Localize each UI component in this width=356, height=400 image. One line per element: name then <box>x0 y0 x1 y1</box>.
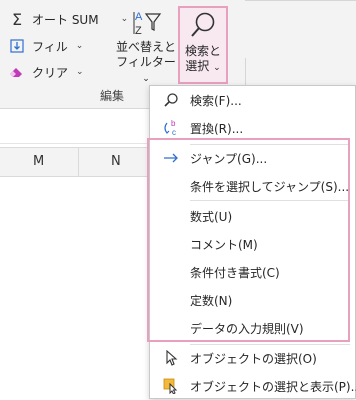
formula-bar-border <box>0 143 150 144</box>
menu-item-label: 条件付き書式(C) <box>190 265 280 280</box>
menu-item-find[interactable]: 検索(F)... <box>150 86 355 114</box>
sort-filter-button[interactable]: A Z 並べ替えと フィルター ⌄ <box>116 8 176 87</box>
svg-text:c: c <box>172 128 176 137</box>
find-select-label-1: 検索と <box>184 44 221 58</box>
replace-icon: bc <box>162 119 180 137</box>
menu-item-label: コメント(M) <box>190 237 258 252</box>
menu-item-goto[interactable]: ジャンプ(G)... <box>150 144 355 172</box>
find-select-button[interactable]: 検索と 選択 ⌄ <box>178 6 228 84</box>
chevron-down-icon: ⌄ <box>142 74 150 84</box>
fill-down-icon <box>8 37 26 55</box>
menu-item-select-objects[interactable]: オブジェクトの選択(O) <box>150 344 355 372</box>
fill-button[interactable]: フィル ⌄ <box>8 35 83 57</box>
menu-item-label: 条件を選択してジャンプ(S)... <box>190 179 350 194</box>
menu-item-goto-special[interactable]: 条件を選択してジャンプ(S)... <box>150 172 355 200</box>
eraser-icon <box>8 63 26 81</box>
svg-text:A: A <box>135 11 143 23</box>
menu-item-label: 置換(R)... <box>190 121 244 136</box>
find-select-label-2: 選択 <box>185 59 210 73</box>
column-divider <box>78 148 79 176</box>
autosum-button[interactable]: Σ オート SUM ⌄ <box>8 8 128 30</box>
menu-item-label: 検索(F)... <box>190 93 242 108</box>
clear-button[interactable]: クリア ⌄ <box>8 61 84 83</box>
menu-item-formulas[interactable]: 数式(U) <box>150 202 355 230</box>
magnifier-icon <box>188 10 218 42</box>
menu-item-data-validation[interactable]: データの入力規則(V) <box>150 314 355 342</box>
chevron-down-icon: ⌄ <box>76 67 84 77</box>
menu-item-replace[interactable]: bc 置換(R)... <box>150 114 355 142</box>
svg-text:b: b <box>171 119 176 128</box>
fill-label: フィル <box>32 39 68 54</box>
menu-item-constants[interactable]: 定数(N) <box>150 286 355 314</box>
menu-item-conditional-formatting[interactable]: 条件付き書式(C) <box>150 258 355 286</box>
autosum-label: オート SUM <box>32 12 99 27</box>
menu-item-comments[interactable]: コメント(M) <box>150 230 355 258</box>
menu-item-label: オブジェクトの選択(O) <box>190 351 317 366</box>
menu-item-label: 定数(N) <box>190 293 233 308</box>
menu-item-label: データの入力規則(V) <box>190 321 304 336</box>
menu-item-label: 数式(U) <box>190 209 233 224</box>
group-label-editing: 編集 <box>100 89 125 103</box>
ribbon-top-border <box>245 0 356 1</box>
column-header-row: M N <box>0 147 150 177</box>
chevron-down-icon: ⌄ <box>213 63 221 73</box>
menu-separator <box>190 200 350 201</box>
menu-item-selection-pane[interactable]: オブジェクトの選択と表示(P)... <box>150 372 356 400</box>
selection-pane-icon <box>162 377 180 395</box>
svg-text:Z: Z <box>135 25 142 37</box>
sort-filter-label-2: フィルター <box>116 55 176 69</box>
find-select-menu: 検索(F)... bc 置換(R)... ジャンプ(G)... 条件を選択してジ… <box>149 85 356 399</box>
column-header-m[interactable]: M <box>33 154 44 169</box>
sigma-icon: Σ <box>11 9 23 29</box>
sort-filter-icon: A Z <box>126 8 166 38</box>
clear-label: クリア <box>32 65 69 80</box>
menu-item-label: オブジェクトの選択と表示(P)... <box>190 379 356 394</box>
sort-filter-label-1: 並べ替えと <box>116 40 177 54</box>
arrow-right-icon <box>162 149 180 167</box>
search-icon <box>162 91 180 109</box>
chevron-down-icon: ⌄ <box>75 41 84 51</box>
pointer-icon <box>162 349 180 367</box>
menu-item-label: ジャンプ(G)... <box>190 151 268 166</box>
column-header-n[interactable]: N <box>111 154 121 169</box>
